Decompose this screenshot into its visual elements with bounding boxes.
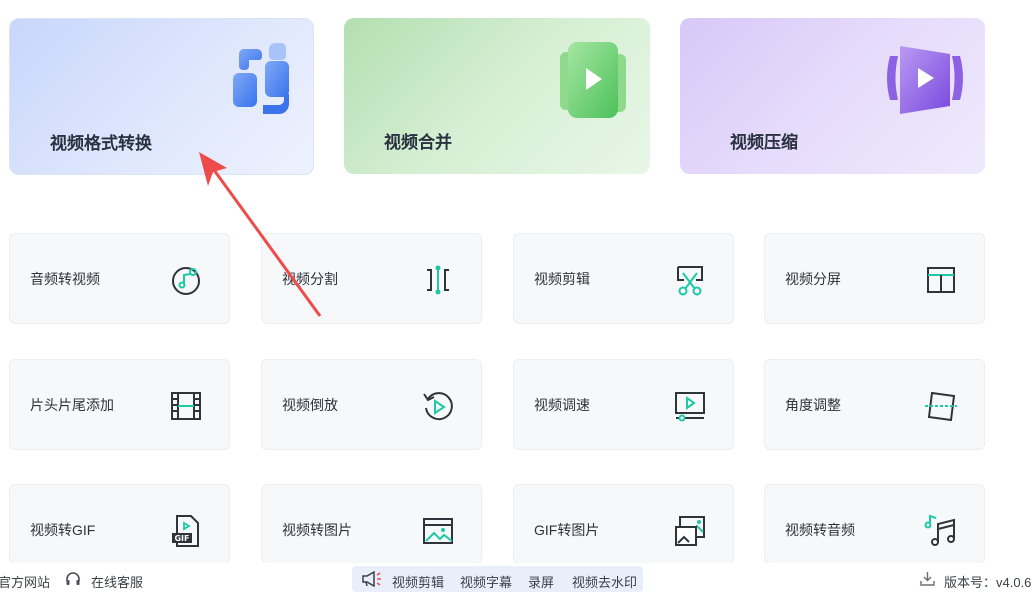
gif-file-icon: GIF	[172, 515, 199, 547]
megaphone-icon	[362, 571, 381, 587]
tool-label: 音频转视频	[30, 271, 100, 287]
hero-card-compress-video[interactable]: 视频压缩	[680, 18, 985, 174]
tool-label: 角度调整	[785, 397, 841, 413]
tool-video-to-gif[interactable]: 视频转GIF GIF	[9, 484, 230, 564]
gif-to-image-icon	[675, 516, 705, 546]
tool-gif-to-image[interactable]: GIF转图片	[513, 484, 734, 564]
split-screen-icon	[927, 267, 955, 293]
promo-link-remove-watermark[interactable]: 视频去水印	[572, 572, 637, 591]
film-strip-icon	[171, 392, 201, 420]
tool-label: 视频分屏	[785, 271, 841, 287]
tool-reverse-video[interactable]: 视频倒放	[261, 359, 482, 450]
hero-card-label: 视频格式转换	[50, 134, 152, 153]
tool-split-video[interactable]: 视频分割	[261, 233, 482, 324]
promo-link-video-edit[interactable]: 视频剪辑	[392, 572, 444, 591]
tool-label: 视频剪辑	[534, 271, 590, 287]
tool-video-to-image[interactable]: 视频转图片	[261, 484, 482, 564]
audio-to-video-icon	[172, 267, 200, 295]
svg-text:GIF: GIF	[174, 534, 189, 543]
music-note-icon	[924, 514, 955, 546]
tool-label: 片头片尾添加	[30, 397, 114, 413]
hero-card-label: 视频合并	[384, 133, 452, 152]
tool-audio-to-video[interactable]: 音频转视频	[9, 233, 230, 324]
download-icon[interactable]	[920, 571, 935, 586]
speed-icon	[675, 392, 705, 422]
tool-label: 视频调速	[534, 397, 590, 413]
hero-card-merge-video[interactable]: 视频合并	[344, 18, 650, 174]
tool-video-speed[interactable]: 视频调速	[513, 359, 734, 450]
format-convert-icon	[233, 43, 289, 114]
tool-intro-outro[interactable]: 片头片尾添加	[9, 359, 230, 450]
version-label: 版本号：v4.0.6	[944, 575, 1032, 590]
tool-label: 视频倒放	[282, 397, 338, 413]
tool-video-edit[interactable]: 视频剪辑	[513, 233, 734, 324]
compress-video-icon	[887, 46, 963, 114]
rotate-frame-icon	[925, 391, 957, 422]
split-icon	[427, 265, 449, 295]
headset-icon	[66, 572, 80, 585]
reverse-play-icon	[423, 392, 453, 421]
promo-link-subtitles[interactable]: 视频字幕	[460, 572, 512, 591]
footer-bar: 官方网站 在线客服 视频剪辑 视频字幕 录屏 视频去水印 版本号：v4.0.6	[0, 563, 1035, 593]
merge-video-icon	[560, 42, 626, 118]
image-icon	[423, 518, 453, 544]
tool-angle-adjust[interactable]: 角度调整	[764, 359, 985, 450]
promo-links: 视频剪辑 视频字幕 录屏 视频去水印	[352, 566, 643, 592]
tool-label: 视频分割	[282, 271, 338, 287]
hero-card-format-convert[interactable]: 视频格式转换	[9, 18, 314, 175]
tool-video-to-audio[interactable]: 视频转音频	[764, 484, 985, 564]
promo-link-screen-record[interactable]: 录屏	[528, 572, 554, 591]
official-site-link[interactable]: 官方网站	[0, 572, 50, 591]
tool-split-screen[interactable]: 视频分屏	[764, 233, 985, 324]
online-service-link[interactable]: 在线客服	[91, 572, 143, 591]
scissors-icon	[677, 266, 703, 296]
hero-card-label: 视频压缩	[730, 133, 798, 152]
